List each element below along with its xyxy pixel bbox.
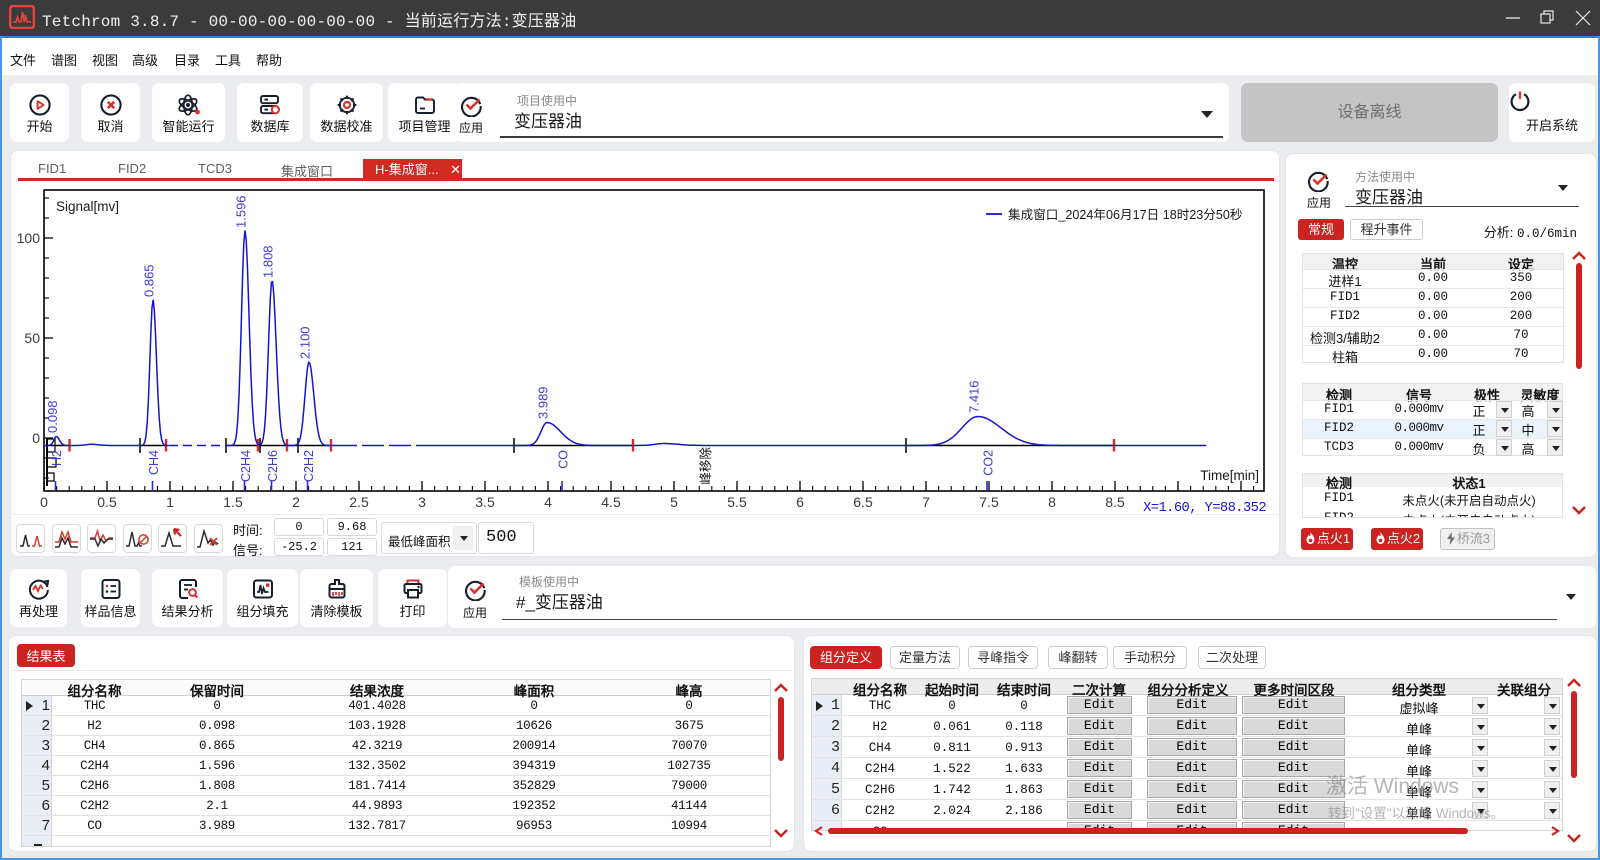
svg-text:50: 50	[24, 330, 40, 346]
svg-text:5: 5	[670, 494, 678, 510]
svg-text:4.5: 4.5	[601, 494, 621, 510]
svg-text:2.5: 2.5	[349, 494, 369, 510]
svg-text:4: 4	[544, 494, 552, 510]
svg-text:0: 0	[40, 494, 48, 510]
svg-text:CO: CO	[557, 450, 571, 469]
svg-text:0.5: 0.5	[97, 494, 117, 510]
svg-text:7.416: 7.416	[966, 380, 981, 413]
svg-text:集成窗口_2024年06月17日 18时23分50秒: 集成窗口_2024年06月17日 18时23分50秒	[1008, 207, 1243, 222]
svg-text:0.865: 0.865	[141, 264, 156, 297]
svg-text:CH4: CH4	[147, 450, 161, 475]
svg-text:8.5: 8.5	[1105, 494, 1125, 510]
svg-text:8: 8	[1048, 494, 1056, 510]
svg-text:6: 6	[796, 494, 804, 510]
svg-text:CO2: CO2	[982, 450, 996, 476]
svg-text:1.808: 1.808	[260, 245, 275, 278]
svg-text:0.098: 0.098	[45, 400, 60, 433]
svg-text:3.5: 3.5	[475, 494, 495, 510]
svg-text:100: 100	[17, 230, 41, 246]
svg-text:1.596: 1.596	[233, 195, 248, 228]
svg-text:峰移除: 峰移除	[698, 447, 713, 485]
svg-text:6.5: 6.5	[853, 494, 873, 510]
svg-text:H2: H2	[50, 450, 64, 466]
svg-text:C2H6: C2H6	[266, 450, 280, 482]
svg-text:2: 2	[292, 494, 300, 510]
svg-text:0: 0	[32, 430, 40, 446]
svg-text:Signal[mv]: Signal[mv]	[56, 199, 119, 214]
svg-text:3.989: 3.989	[535, 386, 550, 419]
svg-text:2.100: 2.100	[297, 326, 312, 359]
svg-text:7.5: 7.5	[979, 494, 999, 510]
svg-text:5.5: 5.5	[727, 494, 747, 510]
svg-text:C2H2: C2H2	[302, 450, 316, 482]
svg-text:1.5: 1.5	[223, 494, 243, 510]
svg-text:7: 7	[922, 494, 930, 510]
svg-text:Time[min]: Time[min]	[1200, 468, 1259, 483]
svg-text:1: 1	[166, 494, 174, 510]
svg-text:3: 3	[418, 494, 426, 510]
svg-text:C2H4: C2H4	[239, 450, 253, 482]
